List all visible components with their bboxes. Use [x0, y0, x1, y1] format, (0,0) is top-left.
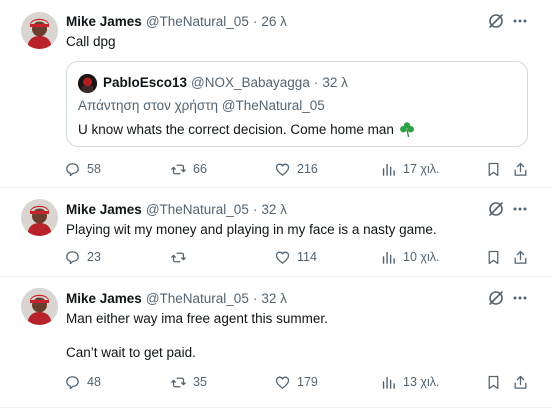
- reply-prefix: Απάντηση στον χρήστη: [78, 98, 222, 113]
- quoted-header: PabloEsco13 @NOX_Babayagga · 32 λ: [103, 75, 348, 90]
- like-count: 179: [297, 375, 318, 389]
- avatar[interactable]: [21, 12, 58, 49]
- like-count: 216: [297, 162, 318, 176]
- tweet-header: Mike James @TheNatural_05 · 32 λ: [66, 200, 287, 218]
- action-bar: 58 66 216 17 χιλ.: [64, 159, 534, 179]
- tweet[interactable]: Mike James @TheNatural_05 · 32 λ Playing…: [0, 188, 552, 277]
- reply-context: Απάντηση στον χρήστη @TheNatural_05: [78, 98, 325, 113]
- author-handle[interactable]: @TheNatural_05: [146, 291, 249, 306]
- grok-icon[interactable]: [487, 289, 505, 307]
- share-icon: [514, 250, 526, 264]
- reply-count: 48: [87, 375, 101, 389]
- timestamp[interactable]: 32 λ: [261, 202, 287, 217]
- separator-dot: ·: [252, 13, 258, 29]
- author-name[interactable]: Mike James: [66, 291, 142, 306]
- more-options-icon[interactable]: [511, 200, 529, 218]
- retweet-icon: [171, 377, 186, 387]
- separator-dot: ·: [313, 75, 319, 90]
- tweet-text: Call dpg: [66, 34, 116, 49]
- author-name[interactable]: Mike James: [66, 14, 142, 29]
- retweet-button[interactable]: 66: [170, 159, 207, 179]
- tweet[interactable]: Mike James @TheNatural_05 · 26 λ Call dp…: [0, 0, 552, 188]
- grok-icon[interactable]: [487, 12, 505, 30]
- share-icon: [514, 375, 526, 389]
- timestamp[interactable]: 32 λ: [261, 291, 287, 306]
- retweet-icon: [171, 252, 186, 262]
- quoted-timestamp: 32 λ: [322, 75, 348, 90]
- retweet-button[interactable]: 35: [170, 372, 207, 392]
- author-handle[interactable]: @TheNatural_05: [146, 14, 249, 29]
- like-button[interactable]: 114: [274, 247, 317, 267]
- views-button[interactable]: 10 χιλ.: [380, 247, 439, 267]
- heart-icon: [275, 163, 290, 176]
- heart-icon: [275, 376, 290, 389]
- action-bar: 23 114 10 χιλ.: [64, 247, 534, 267]
- reply-count: 23: [87, 250, 101, 264]
- author-name[interactable]: Mike James: [66, 202, 142, 217]
- avatar[interactable]: [21, 199, 58, 236]
- reply-icon: [66, 375, 79, 389]
- author-handle[interactable]: @TheNatural_05: [146, 202, 249, 217]
- share-button[interactable]: [510, 372, 530, 392]
- views-icon: [382, 251, 395, 264]
- more-options-icon[interactable]: [511, 289, 529, 307]
- view-count: 17 χιλ.: [403, 162, 440, 176]
- tweet-header: Mike James @TheNatural_05 · 26 λ: [66, 12, 287, 30]
- share-icon: [514, 162, 526, 176]
- timestamp[interactable]: 26 λ: [261, 14, 287, 29]
- view-count: 10 χιλ.: [403, 250, 440, 264]
- more-options-icon[interactable]: [511, 12, 529, 30]
- reply-button[interactable]: 23: [64, 247, 101, 267]
- views-button[interactable]: 17 χιλ.: [380, 159, 439, 179]
- avatar[interactable]: [21, 288, 58, 325]
- quoted-tweet[interactable]: PabloEsco13 @NOX_Babayagga · 32 λ Απάντη…: [66, 61, 528, 147]
- quoted-text: U know whats the correct decision. Come …: [78, 121, 394, 137]
- reply-mention: @TheNatural_05: [221, 98, 325, 113]
- like-count: 114: [297, 250, 317, 264]
- reply-button[interactable]: 48: [64, 372, 101, 392]
- action-bar: 48 35 179 13 χιλ.: [64, 372, 534, 392]
- bookmark-icon: [488, 375, 498, 389]
- retweet-icon: [171, 164, 186, 174]
- bookmark-button[interactable]: [483, 372, 503, 392]
- quoted-author-name: PabloEsco13: [103, 75, 188, 90]
- reply-icon: [66, 250, 79, 264]
- retweet-button[interactable]: [170, 247, 193, 267]
- shamrock-icon: [399, 121, 415, 138]
- separator-dot: ·: [252, 201, 258, 217]
- bookmark-button[interactable]: [483, 159, 503, 179]
- tweet-text: Playing wit my money and playing in my f…: [66, 222, 437, 237]
- reply-count: 58: [87, 162, 101, 176]
- views-button[interactable]: 13 χιλ.: [380, 372, 439, 392]
- tweet-header: Mike James @TheNatural_05 · 32 λ: [66, 289, 287, 307]
- bookmark-icon: [488, 162, 498, 176]
- separator-dot: ·: [252, 290, 258, 306]
- quoted-author-handle: @NOX_Babayagga: [191, 75, 310, 90]
- heart-icon: [275, 251, 290, 264]
- like-button[interactable]: 216: [274, 159, 318, 179]
- view-count: 13 χιλ.: [403, 375, 440, 389]
- reply-icon: [66, 162, 79, 176]
- quoted-avatar: [78, 74, 97, 93]
- tweet[interactable]: Mike James @TheNatural_05 · 32 λ Man eit…: [0, 277, 552, 408]
- retweet-count: 35: [193, 375, 207, 389]
- share-button[interactable]: [510, 247, 530, 267]
- tweet-text-line-2: Can’t wait to get paid.: [66, 345, 196, 360]
- bookmark-button[interactable]: [483, 247, 503, 267]
- tweet-text-line-1: Man either way ima free agent this summe…: [66, 311, 328, 326]
- grok-icon[interactable]: [487, 200, 505, 218]
- views-icon: [382, 163, 395, 176]
- quoted-text-row: U know whats the correct decision. Come …: [78, 121, 415, 138]
- like-button[interactable]: 179: [274, 372, 318, 392]
- views-icon: [382, 376, 395, 389]
- share-button[interactable]: [510, 159, 530, 179]
- reply-button[interactable]: 58: [64, 159, 101, 179]
- retweet-count: 66: [193, 162, 207, 176]
- bookmark-icon: [488, 250, 498, 264]
